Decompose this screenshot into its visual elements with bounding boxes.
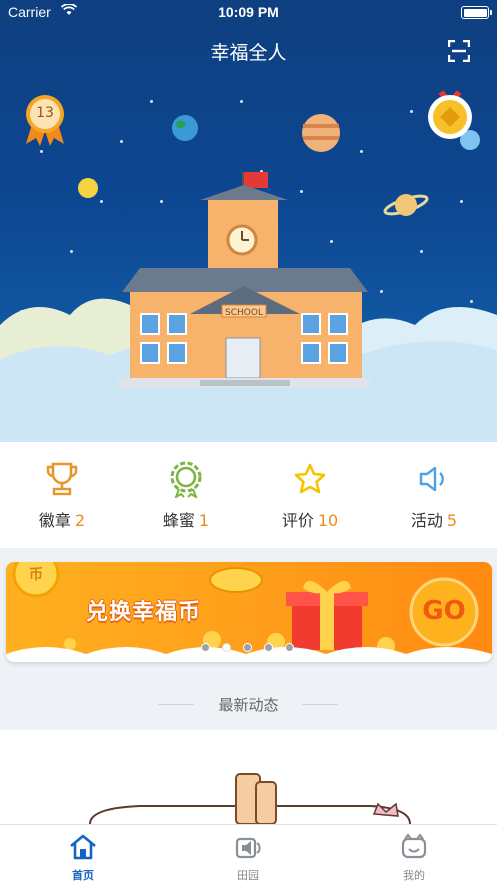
trophy-icon bbox=[46, 462, 78, 496]
coin-label: 币 bbox=[29, 567, 43, 583]
svg-text:SCHOOL: SCHOOL bbox=[225, 308, 263, 318]
carousel-dot[interactable] bbox=[201, 643, 210, 652]
carousel-dot[interactable] bbox=[243, 643, 252, 652]
tab-field[interactable]: 田园 bbox=[188, 833, 308, 883]
stat-count: 1 bbox=[198, 511, 210, 530]
status-bar: Carrier 10:09 PM bbox=[0, 0, 497, 26]
scan-icon[interactable] bbox=[448, 40, 470, 62]
divider-right bbox=[302, 704, 338, 705]
carousel-indicator[interactable] bbox=[0, 643, 497, 653]
stat-honey[interactable]: 蜂蜜 1 bbox=[124, 460, 248, 531]
stat-label: 评价 bbox=[281, 511, 314, 530]
carousel-dot[interactable] bbox=[264, 643, 273, 652]
stat-badges[interactable]: 徽章 2 bbox=[0, 460, 124, 531]
stat-activities[interactable]: 活动 5 bbox=[372, 460, 496, 531]
carousel-dot[interactable] bbox=[285, 643, 294, 652]
empty-state-illustration bbox=[89, 773, 411, 824]
earth-planet bbox=[172, 115, 198, 141]
tab-label: 我的 bbox=[403, 869, 425, 882]
hero-section: SCHOOL Carrier 10:09 PM 幸福全人 13 bbox=[0, 0, 497, 442]
tab-bar: 首页 田园 我的 bbox=[0, 824, 497, 883]
carousel-dot-active[interactable] bbox=[222, 643, 231, 652]
school-illustration: SCHOOL bbox=[0, 114, 497, 442]
clock-time: 10:09 PM bbox=[218, 4, 279, 20]
stat-count: 2 bbox=[74, 511, 86, 530]
stat-count: 10 bbox=[317, 511, 339, 530]
star-icon bbox=[294, 463, 326, 494]
jupiter-planet bbox=[302, 114, 340, 152]
stat-label: 蜂蜜 bbox=[162, 511, 195, 530]
go-label: GO bbox=[422, 596, 466, 626]
stat-count: 5 bbox=[446, 511, 458, 530]
news-feed[interactable] bbox=[0, 730, 497, 824]
banner-text: 兑换幸福币 bbox=[86, 600, 202, 625]
stat-reviews[interactable]: 评价 10 bbox=[248, 460, 372, 531]
tab-profile[interactable]: 我的 bbox=[354, 833, 474, 883]
yellow-planet bbox=[78, 178, 98, 198]
stats-panel: 徽章 2 蜂蜜 1 评价 10 活动 5 bbox=[0, 442, 497, 548]
gear-medal-icon bbox=[170, 461, 202, 498]
stat-label: 活动 bbox=[410, 511, 443, 530]
tab-label: 田园 bbox=[237, 869, 259, 882]
level-number: 13 bbox=[36, 105, 54, 121]
speaker-tab-icon bbox=[235, 837, 261, 859]
speaker-icon bbox=[419, 466, 444, 492]
tab-home[interactable]: 首页 bbox=[23, 833, 143, 883]
news-section-title: 最新动态 bbox=[218, 696, 279, 714]
coin-badge-icon[interactable] bbox=[425, 90, 475, 140]
tab-label: 首页 bbox=[72, 869, 94, 882]
stat-label: 徽章 bbox=[38, 511, 71, 530]
battery-icon bbox=[461, 6, 492, 19]
home-icon bbox=[70, 834, 96, 860]
page-title: 幸福全人 bbox=[210, 42, 287, 64]
profile-icon bbox=[401, 833, 427, 859]
